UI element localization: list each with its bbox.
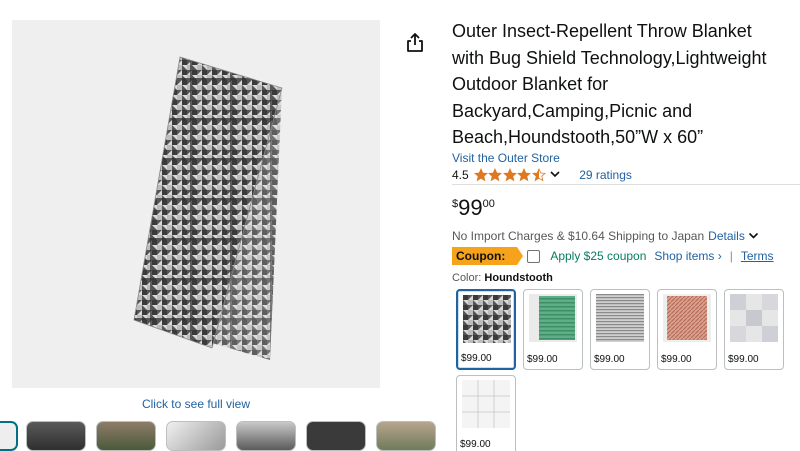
price-whole: 99 (458, 195, 483, 220)
swatch-price: $99.00 (460, 439, 491, 450)
coupon-badge: Coupon: (452, 247, 524, 265)
share-icon[interactable] (405, 32, 425, 54)
swatch-image (463, 295, 511, 343)
shop-items-link[interactable]: Shop items › (654, 249, 721, 263)
thumbnail-folded-blanket[interactable] (166, 421, 226, 451)
swatch-price: $99.00 (728, 354, 759, 365)
swatch-price: $99.00 (661, 354, 692, 365)
product-title: Outer Insect-Repellent Throw Blanket wit… (452, 18, 798, 151)
ratings-count-link[interactable]: 29 ratings (579, 168, 632, 182)
swatch-image (663, 294, 711, 342)
price: $ 99 00 (452, 195, 495, 221)
click-to-see-full-view-link[interactable]: Click to see full view (12, 397, 380, 411)
title-line: Backyard,Camping,Picnic and (452, 100, 693, 121)
star-icon (488, 168, 503, 182)
thumbnail-strip (0, 421, 440, 451)
coupon-row: Coupon: Apply $25 coupon Shop items › | … (452, 247, 774, 265)
color-swatch-green[interactable]: $99.00 (523, 289, 583, 370)
terms-link[interactable]: Terms (741, 249, 774, 263)
star-icon (517, 168, 532, 182)
color-selection-label: Color: Houndstooth (452, 272, 553, 284)
color-swatch-gray-plaid[interactable]: $99.00 (724, 289, 784, 370)
thumbnail-blanket-in-use[interactable] (26, 421, 86, 451)
title-line: with Bug Shield Technology,Lightweight (452, 47, 767, 68)
shipping-info: No Import Charges & $10.64 Shipping to J… (452, 229, 759, 243)
title-line: Outer Insect-Repellent Throw Blanket (452, 21, 752, 41)
main-product-image[interactable] (12, 20, 380, 388)
rating-row: 4.5 29 ratings (452, 166, 632, 184)
star-icon (473, 168, 488, 182)
swatch-image (529, 294, 577, 342)
swatch-image (596, 294, 644, 342)
chevron-down-icon[interactable] (748, 229, 759, 243)
title-line: Beach,Houndstooth,50”W x 60” (452, 127, 704, 147)
swatch-image (462, 380, 510, 428)
color-swatch-white-grid[interactable]: $99.00 (456, 375, 516, 451)
thumbnail-dark-product[interactable] (306, 421, 366, 451)
divider (452, 184, 800, 185)
color-value: Houndstooth (484, 272, 553, 284)
price-fraction: 00 (482, 198, 495, 210)
blanket-image (133, 56, 283, 360)
chevron-down-icon[interactable] (549, 168, 561, 182)
swatch-image (730, 294, 778, 342)
swatch-price: $99.00 (527, 354, 558, 365)
star-icon (502, 168, 517, 182)
title-line: Outdoor Blanket for (452, 74, 609, 94)
apply-coupon-label[interactable]: Apply $25 coupon (550, 249, 646, 263)
separator: | (729, 249, 733, 263)
thumbnail-bed-scene[interactable] (236, 421, 296, 451)
thumbnail-outdoor-scene[interactable] (96, 421, 156, 451)
coupon-checkbox[interactable] (527, 249, 541, 263)
visit-store-link[interactable]: Visit the Outer Store (452, 151, 560, 165)
rating-value: 4.5 (452, 168, 469, 182)
star-icon (531, 168, 546, 182)
details-link[interactable]: Details (708, 229, 745, 243)
color-swatch-houndstooth[interactable]: $99.00 (456, 289, 516, 370)
swatch-price: $99.00 (461, 353, 492, 364)
color-swatch-gray-stripe[interactable]: $99.00 (590, 289, 650, 370)
star-rating[interactable] (473, 168, 547, 182)
swatch-price: $99.00 (594, 354, 625, 365)
color-label: Color: (452, 272, 482, 284)
color-swatch-rust[interactable]: $99.00 (657, 289, 717, 370)
thumbnail-video-preview[interactable] (376, 421, 436, 451)
shipping-text: No Import Charges & $10.64 Shipping to J… (452, 229, 705, 243)
thumbnail-main[interactable] (0, 421, 18, 451)
